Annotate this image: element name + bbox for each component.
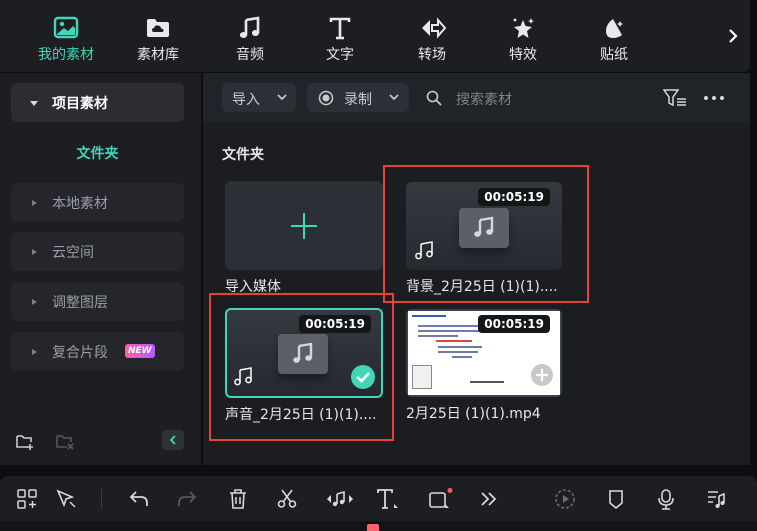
tab-audio[interactable]: 音频: [212, 0, 288, 70]
media-icon: [53, 16, 79, 39]
tab-label: 素材库: [137, 47, 179, 63]
filter-icon[interactable]: [663, 89, 687, 107]
search-icon: [426, 90, 442, 106]
cloud-folder-icon: [147, 19, 169, 37]
tab-label: 文字: [326, 47, 354, 63]
collapsed-arrow-icon: [32, 299, 37, 305]
transition-icon: [422, 17, 446, 39]
expanded-arrow-icon: [30, 101, 38, 106]
sidebar-item-label: 复合片段: [52, 345, 108, 361]
marker-icon[interactable]: [605, 488, 627, 510]
layout-icon[interactable]: [16, 488, 38, 510]
tab-label: 转场: [418, 47, 446, 63]
chevron-down-icon: [389, 94, 399, 101]
chevron-left-icon: [169, 435, 176, 445]
render-preview-icon[interactable]: [554, 488, 576, 510]
sidebar-item-project-media[interactable]: 项目素材: [11, 83, 184, 122]
media-card[interactable]: 00:05:19 2月25日 (1)(1).mp4: [406, 309, 564, 429]
highlight-box: [383, 165, 589, 303]
delete-folder-icon[interactable]: [55, 431, 75, 451]
chevron-right-icon[interactable]: [726, 26, 740, 46]
left-panel: 项目素材 文件夹 本地素材 云空间 调整图层 复合片段 NEW: [0, 73, 201, 465]
redo-icon[interactable]: [176, 488, 198, 510]
collapsed-arrow-icon: [32, 349, 37, 355]
split-scissors-icon[interactable]: [276, 488, 298, 510]
text-icon: [329, 17, 351, 40]
more-options-icon[interactable]: [703, 89, 725, 107]
tab-label: 贴纸: [600, 47, 628, 63]
search-input[interactable]: 搜索素材: [456, 89, 512, 109]
tab-my-media[interactable]: 我的素材: [28, 0, 104, 70]
card-caption: 2月25日 (1)(1).mp4: [406, 406, 541, 422]
collapsed-arrow-icon: [32, 200, 37, 206]
section-title: 文件夹: [222, 147, 264, 163]
more-tools-icon[interactable]: [478, 488, 500, 510]
delete-icon[interactable]: [227, 488, 249, 510]
divider: [101, 489, 102, 509]
plus-icon: [291, 213, 317, 239]
new-badge: NEW: [125, 344, 155, 358]
sidebar-item-local-media[interactable]: 本地素材: [11, 183, 184, 222]
audio-split-icon[interactable]: [326, 488, 354, 510]
import-media-thumbnail[interactable]: [225, 181, 383, 270]
sidebar-item-cloud-space[interactable]: 云空间: [11, 232, 184, 271]
import-media-card[interactable]: 导入媒体: [225, 181, 383, 297]
crop-icon[interactable]: [428, 488, 454, 510]
import-label: 导入: [232, 92, 260, 108]
collapsed-arrow-icon: [32, 249, 37, 255]
record-dropdown[interactable]: 录制: [307, 83, 409, 112]
chevron-down-icon: [277, 94, 287, 101]
timeline-toolbar: [0, 476, 757, 521]
tab-text[interactable]: 文字: [302, 0, 378, 70]
microphone-icon[interactable]: [655, 488, 677, 510]
tab-stock-media[interactable]: 素材库: [120, 0, 196, 70]
tab-label: 我的素材: [38, 47, 94, 63]
sidebar-item-compound-clip[interactable]: 复合片段 NEW: [11, 332, 184, 371]
effects-icon: [513, 18, 535, 38]
music-icon: [239, 16, 260, 38]
sidebar-item-adjustment-layer[interactable]: 调整图层: [11, 282, 184, 321]
highlight-box: [209, 293, 394, 441]
sidebar-item-label: 调整图层: [52, 295, 108, 311]
record-icon: [318, 90, 334, 106]
sticker-icon: [606, 19, 623, 38]
tab-label: 音频: [236, 47, 264, 63]
import-dropdown[interactable]: 导入: [222, 83, 296, 112]
tab-label: 特效: [509, 47, 537, 63]
tab-sticker[interactable]: 贴纸: [576, 0, 652, 70]
record-label: 录制: [344, 92, 372, 108]
select-tool-icon[interactable]: [55, 488, 77, 510]
media-toolbar: 导入 录制 搜索素材: [203, 73, 750, 122]
plus-icon: [536, 369, 548, 381]
tab-effects[interactable]: 特效: [485, 0, 561, 70]
collapse-panel-button[interactable]: [162, 430, 184, 450]
sidebar-item-folder[interactable]: 文件夹: [11, 143, 184, 163]
text-tool-icon[interactable]: [376, 488, 402, 510]
sidebar-item-label: 云空间: [52, 245, 94, 261]
sidebar-item-label: 本地素材: [52, 196, 108, 212]
duration-badge: 00:05:19: [478, 315, 550, 333]
playhead-marker[interactable]: [367, 524, 379, 531]
audio-mixer-icon[interactable]: [705, 488, 727, 510]
sidebar-item-label: 项目素材: [52, 96, 108, 112]
new-folder-icon[interactable]: [15, 431, 35, 451]
tab-transition[interactable]: 转场: [394, 0, 470, 70]
top-toolbar: 我的素材 素材库 音频 文字 转场 特效 贴纸: [0, 0, 750, 72]
undo-icon[interactable]: [128, 488, 150, 510]
video-thumbnail[interactable]: 00:05:19: [406, 309, 562, 397]
add-to-timeline-button[interactable]: [531, 364, 553, 386]
